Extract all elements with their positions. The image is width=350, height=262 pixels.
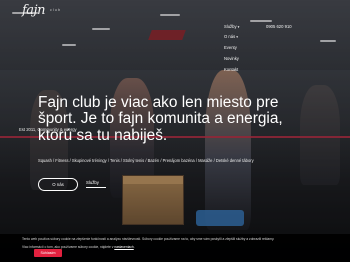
cookie-text: Tento web používa súbory cookie na zlepš…: [22, 237, 275, 241]
about-button[interactable]: O nás: [38, 178, 78, 191]
menu-item-label: Novinky: [224, 56, 239, 61]
chevron-down-icon: ▾: [237, 25, 240, 29]
cookie-text-more: Viac informácií o tom, ako používame súb…: [22, 245, 135, 249]
menu-item-sluzby[interactable]: Služby▾: [224, 24, 239, 29]
cookie-banner: Tento web používa súbory cookie na zlepš…: [0, 234, 350, 262]
menu-item-label: O nás: [224, 34, 236, 39]
services-link-underline: [86, 187, 106, 188]
menu-item-novinky[interactable]: Novinky: [224, 56, 239, 61]
menu-item-o-nas[interactable]: O nás▾: [224, 34, 238, 39]
chevron-down-icon: ▾: [236, 35, 238, 39]
menu-item-label: Eventy: [224, 45, 237, 50]
hero-headline: Fajn club je viac ako len miesto pre špo…: [38, 94, 283, 144]
menu-item-label: Služby: [224, 24, 237, 29]
cookie-settings-link[interactable]: nastaveniach: [114, 245, 133, 249]
menu-item-label: Kontakt: [224, 67, 239, 72]
phone-number[interactable]: 0905 620 910: [266, 24, 292, 29]
menu-item-eventy[interactable]: Eventy: [224, 45, 237, 50]
hero-side-note: Est 2011, Community & energy: [19, 127, 77, 132]
menu-item-kontakt[interactable]: Kontakt: [224, 67, 238, 72]
logo-subtitle: club: [50, 8, 62, 12]
cookie-accept-button[interactable]: Súhlasím: [34, 249, 62, 257]
services-link[interactable]: Služby: [86, 180, 99, 185]
services-list: Squash / Fitness / Skupinové tréningy / …: [38, 158, 254, 163]
logo[interactable]: fajn: [22, 3, 45, 18]
